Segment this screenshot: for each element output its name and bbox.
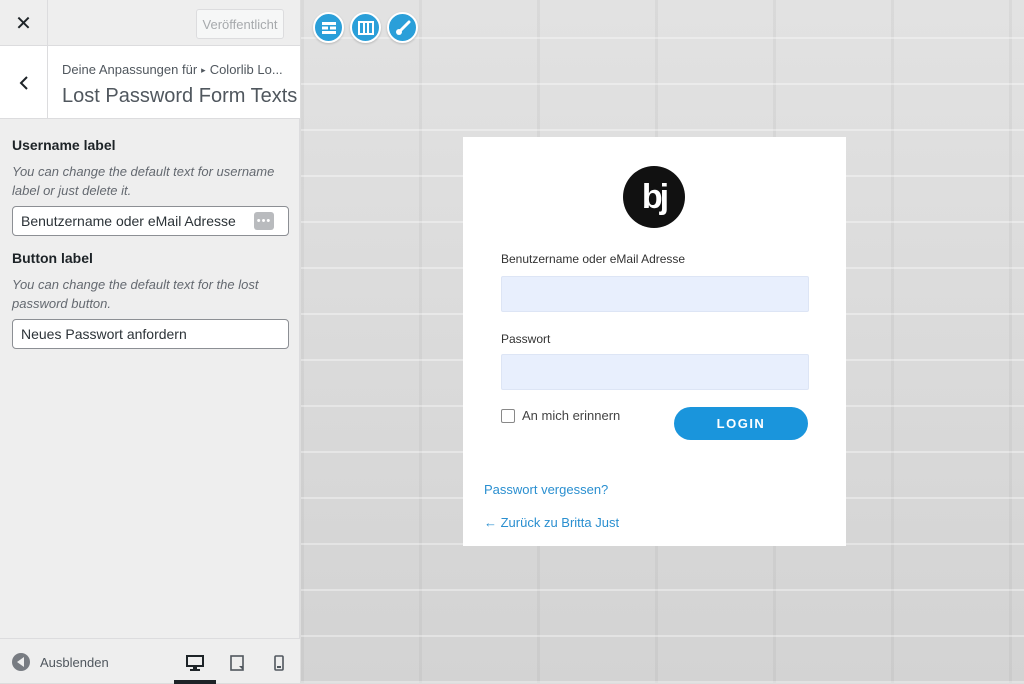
layout-icon[interactable]: [313, 12, 344, 43]
collapse-button[interactable]: Ausblenden: [12, 653, 109, 671]
password-input[interactable]: [501, 354, 809, 390]
customizer-sidebar: ✕ Veröffentlicht Deine Anpassungen für ▸ C…: [0, 0, 300, 684]
remember-checkbox[interactable]: [501, 408, 515, 423]
desktop-icon[interactable]: [174, 649, 216, 684]
button-label-input[interactable]: Neues Passwort anfordern: [12, 319, 289, 349]
control-description: You can change the default text for user…: [12, 164, 275, 198]
section-header: Deine Anpassungen für ▸ Colorlib Lo... Los…: [0, 46, 300, 119]
tablet-icon[interactable]: [223, 649, 251, 677]
password-label: Passwort: [501, 332, 551, 346]
breadcrumb-current: Colorlib Lo...: [209, 62, 283, 77]
site-logo: bj: [623, 166, 685, 228]
collapse-arrow-icon: [12, 653, 30, 671]
collapse-label: Ausblenden: [40, 654, 109, 670]
breadcrumb-separator-icon: ▸: [201, 65, 206, 75]
back-to-site-link[interactable]: ← Zurück zu Britta Just: [484, 515, 619, 530]
chevron-left-icon: [19, 75, 28, 90]
preview-tools: [313, 12, 418, 43]
control-username-label: Username label You can change the defaul…: [12, 137, 289, 236]
close-icon[interactable]: ✕: [0, 0, 48, 46]
site-preview: bj Benutzername oder eMail Adresse Passw…: [301, 0, 1024, 683]
mobile-icon[interactable]: [265, 649, 293, 677]
username-label-input[interactable]: Benutzername oder eMail Adresse •••: [12, 206, 289, 236]
button-label-value: Neues Passwort anfordern: [21, 326, 187, 342]
controls-panel: Username label You can change the defaul…: [12, 137, 289, 363]
username-input[interactable]: [501, 276, 809, 312]
logo-text: bj: [641, 177, 669, 216]
control-description: You can change the default text for the …: [12, 277, 259, 311]
control-label: Button label: [12, 250, 93, 266]
control-label: Username label: [12, 137, 116, 153]
username-label: Benutzername oder eMail Adresse: [501, 252, 686, 266]
back-button[interactable]: [0, 46, 48, 119]
publish-button[interactable]: Veröffentlicht: [196, 9, 284, 39]
breadcrumb: Deine Anpassungen für ▸ Colorlib Lo...: [62, 62, 294, 77]
username-label-value: Benutzername oder eMail Adresse: [21, 213, 236, 229]
more-options-icon[interactable]: •••: [254, 212, 274, 230]
columns-icon[interactable]: [350, 12, 381, 43]
remember-me[interactable]: An mich erinnern: [501, 408, 620, 423]
control-button-label: Button label You can change the default …: [12, 250, 289, 349]
breadcrumb-parent: Deine Anpassungen für: [62, 62, 198, 77]
customizer-header: ✕ Veröffentlicht: [0, 0, 300, 46]
customizer-footer: Ausblenden: [0, 638, 300, 684]
section-title: Lost Password Form Texts: [62, 85, 298, 107]
login-button[interactable]: LOGIN: [674, 407, 808, 440]
remember-label: An mich erinnern: [522, 408, 621, 423]
brush-icon[interactable]: [387, 12, 418, 43]
login-form-card: bj Benutzername oder eMail Adresse Passw…: [463, 137, 846, 546]
lost-password-link[interactable]: Passwort vergessen?: [484, 482, 608, 497]
